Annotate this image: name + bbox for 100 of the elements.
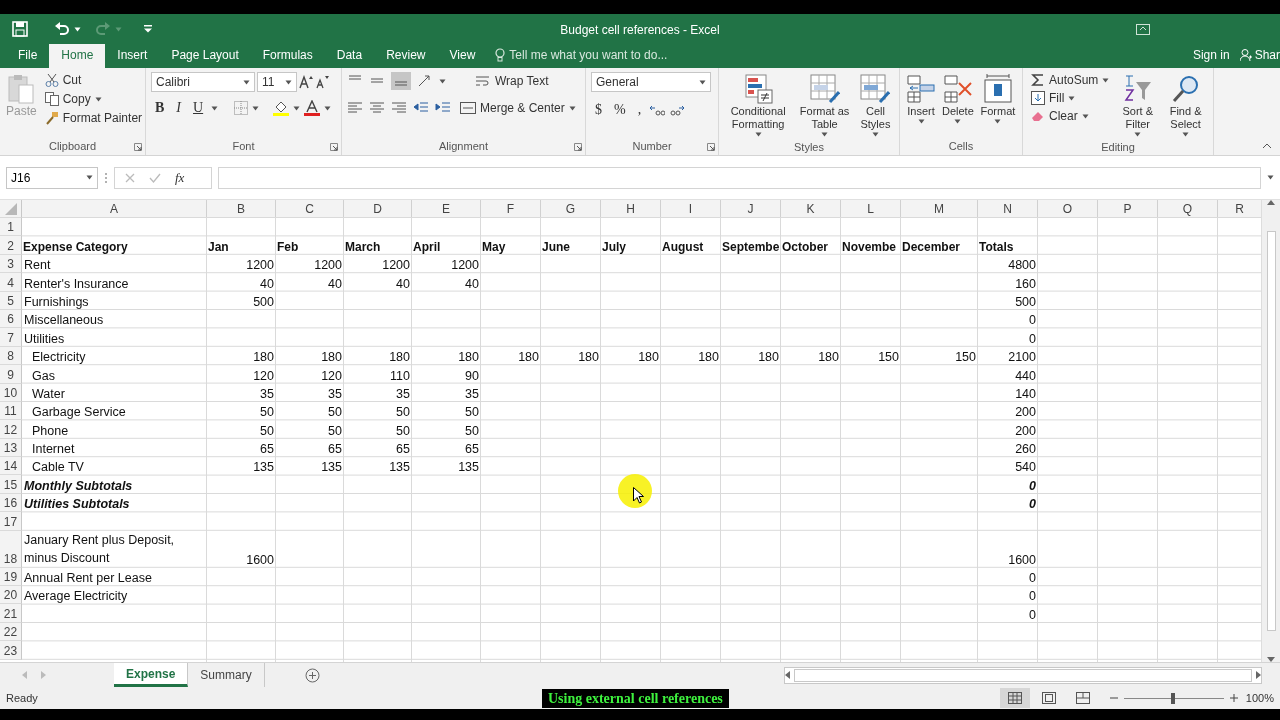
caret-icon[interactable] bbox=[699, 79, 706, 85]
caret-icon[interactable] bbox=[293, 105, 301, 111]
ribbon-display-icon[interactable] bbox=[1136, 23, 1150, 35]
editing-button[interactable]: Sort & Filter bbox=[1116, 72, 1160, 139]
person-add-icon[interactable] bbox=[1239, 49, 1252, 61]
column-header[interactable]: K bbox=[781, 200, 841, 218]
increase-decimal-icon[interactable] bbox=[649, 103, 666, 117]
zoom-in-icon[interactable] bbox=[1229, 694, 1238, 702]
merge-center-button[interactable]: Merge & Center bbox=[457, 100, 579, 116]
caret-icon[interactable] bbox=[568, 105, 576, 111]
vertical-scrollbar[interactable] bbox=[1261, 200, 1280, 662]
row-header[interactable]: 20 bbox=[0, 586, 22, 605]
fill-button[interactable]: Fill bbox=[1028, 90, 1113, 106]
column-header[interactable]: F bbox=[481, 200, 541, 218]
column-header[interactable]: M bbox=[901, 200, 978, 218]
row-header[interactable]: 4 bbox=[0, 273, 22, 292]
column-header[interactable]: N bbox=[978, 200, 1038, 218]
cells-button[interactable]: Delete bbox=[941, 72, 975, 137]
save-icon[interactable] bbox=[12, 21, 28, 37]
format-painter-button[interactable]: Format Painter bbox=[41, 110, 146, 126]
name-box[interactable]: J16 bbox=[6, 166, 98, 189]
row-header[interactable]: 15 bbox=[0, 475, 22, 494]
caret-icon[interactable] bbox=[994, 119, 1002, 124]
sigma-icon[interactable] bbox=[1031, 73, 1045, 87]
row-header[interactable]: 17 bbox=[0, 512, 22, 531]
number-format-field[interactable]: General bbox=[591, 72, 711, 92]
scroll-right-icon[interactable] bbox=[1256, 671, 1261, 679]
ribbon-tab[interactable]: Formulas bbox=[250, 44, 325, 68]
horizontal-scrollbar[interactable] bbox=[784, 666, 1262, 684]
sign-in-link[interactable]: Sign in bbox=[1192, 48, 1230, 62]
ribbon-tab[interactable]: Page Layout bbox=[159, 44, 251, 68]
zoom-slider-thumb[interactable] bbox=[1170, 692, 1175, 704]
caret-icon[interactable] bbox=[74, 26, 81, 32]
ribbon-tab[interactable]: Insert bbox=[105, 44, 160, 68]
row-header[interactable]: 21 bbox=[0, 604, 22, 623]
caret-icon[interactable] bbox=[1134, 132, 1142, 137]
caret-icon[interactable] bbox=[871, 132, 879, 137]
insert-cells-icon[interactable] bbox=[906, 74, 936, 104]
cell-styles-icon[interactable] bbox=[860, 74, 891, 104]
styles-button[interactable]: Cell Styles bbox=[856, 72, 894, 139]
caret-icon[interactable] bbox=[252, 105, 260, 111]
column-header[interactable]: G bbox=[541, 200, 601, 218]
column-header[interactable]: R bbox=[1218, 200, 1261, 218]
editing-button[interactable]: Find & Select bbox=[1163, 72, 1208, 139]
zoom-level[interactable]: 100% bbox=[1237, 692, 1280, 704]
formula-input[interactable] bbox=[218, 166, 1261, 189]
styles-button[interactable]: Format as Table bbox=[796, 72, 853, 139]
cells-button[interactable]: Format bbox=[978, 72, 1017, 137]
column-header[interactable]: P bbox=[1098, 200, 1158, 218]
caret-icon[interactable] bbox=[243, 79, 250, 85]
fill-down-icon[interactable] bbox=[1031, 91, 1045, 105]
autosum-button[interactable]: AutoSum bbox=[1028, 72, 1113, 88]
caret-icon[interactable] bbox=[86, 175, 93, 180]
column-header[interactable]: E bbox=[412, 200, 481, 218]
caret-icon[interactable] bbox=[1081, 113, 1089, 119]
row-header[interactable]: 1 bbox=[0, 218, 22, 237]
dialog-launcher-icon[interactable] bbox=[330, 143, 338, 151]
column-header[interactable]: D bbox=[344, 200, 412, 218]
column-header[interactable]: A bbox=[22, 200, 207, 218]
font-family-field[interactable]: Calibri bbox=[151, 72, 255, 92]
ribbon-tab[interactable]: File bbox=[6, 44, 50, 68]
row-header[interactable]: 2 bbox=[0, 236, 22, 255]
magnifier-icon[interactable] bbox=[1170, 74, 1201, 104]
clear-button[interactable]: Clear bbox=[1028, 108, 1113, 124]
column-header[interactable]: H bbox=[601, 200, 661, 218]
fill-color-icon[interactable] bbox=[273, 100, 290, 116]
dialog-launcher-icon[interactable] bbox=[574, 143, 582, 151]
caret-icon[interactable] bbox=[94, 96, 102, 102]
caret-icon[interactable] bbox=[211, 105, 219, 111]
clipboard-icon[interactable] bbox=[8, 74, 35, 104]
wrap-text-icon[interactable] bbox=[475, 74, 491, 88]
caret-icon[interactable] bbox=[1267, 175, 1274, 180]
font-color-icon[interactable] bbox=[304, 100, 321, 116]
format-table-icon[interactable] bbox=[809, 74, 840, 104]
decrease-indent-icon[interactable] bbox=[413, 101, 429, 115]
orientation-icon[interactable] bbox=[417, 74, 433, 88]
font-style-button[interactable]: I bbox=[172, 100, 185, 116]
column-header[interactable]: J bbox=[721, 200, 781, 218]
add-sheet-icon[interactable] bbox=[304, 667, 320, 683]
tell-me-field[interactable]: Tell me what you want to do... bbox=[509, 48, 668, 62]
caret-icon[interactable] bbox=[324, 105, 332, 111]
lightbulb-icon[interactable] bbox=[495, 48, 506, 62]
format-cells-icon[interactable] bbox=[982, 74, 1013, 104]
number-format-button[interactable]: , bbox=[633, 102, 646, 118]
caret-icon[interactable] bbox=[954, 119, 962, 124]
row-header[interactable]: 12 bbox=[0, 420, 22, 439]
sheet-tab[interactable]: Expense bbox=[114, 663, 189, 687]
number-format-button[interactable]: % bbox=[610, 102, 630, 118]
ribbon-tab[interactable]: Data bbox=[324, 44, 375, 68]
grow-font-icon[interactable] bbox=[299, 75, 313, 89]
checkmark-icon[interactable] bbox=[149, 172, 161, 183]
column-header[interactable]: B bbox=[207, 200, 276, 218]
caret-icon[interactable] bbox=[1068, 95, 1076, 101]
ribbon-tab[interactable]: Home bbox=[49, 44, 106, 68]
cut-button[interactable]: Cut bbox=[41, 72, 146, 88]
decrease-decimal-icon[interactable] bbox=[669, 103, 686, 117]
font-style-button[interactable]: B bbox=[151, 100, 169, 116]
caret-icon[interactable] bbox=[754, 132, 762, 137]
row-header[interactable]: 9 bbox=[0, 365, 22, 384]
column-header[interactable]: Q bbox=[1158, 200, 1218, 218]
